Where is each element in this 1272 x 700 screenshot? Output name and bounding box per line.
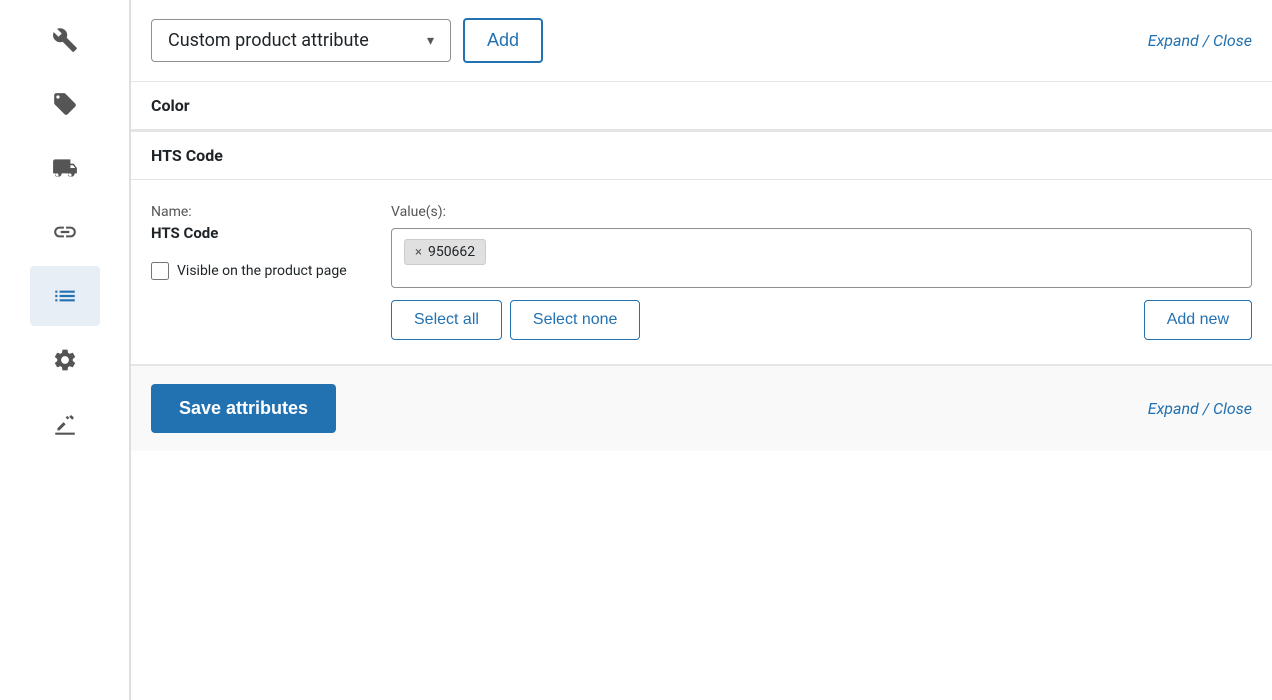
value-tag: × 950662 bbox=[404, 239, 486, 265]
sidebar-item-shipping[interactable] bbox=[30, 138, 100, 198]
link-icon bbox=[52, 219, 78, 245]
values-input-area[interactable]: × 950662 bbox=[391, 228, 1252, 288]
header-row: Custom product attribute ▾ Add Expand / … bbox=[131, 0, 1272, 82]
attribute-selector-dropdown[interactable]: Custom product attribute ▾ bbox=[151, 19, 451, 62]
name-label: Name: bbox=[151, 204, 351, 220]
attribute-selector-label: Custom product attribute bbox=[168, 30, 369, 51]
wrench-icon bbox=[52, 27, 78, 53]
select-all-button[interactable]: Select all bbox=[391, 300, 502, 340]
hts-code-title: HTS Code bbox=[151, 146, 223, 165]
sidebar-item-attributes[interactable] bbox=[30, 266, 100, 326]
values-label: Value(s): bbox=[391, 204, 1252, 220]
list-icon bbox=[52, 283, 78, 309]
main-content: Custom product attribute ▾ Add Expand / … bbox=[130, 0, 1272, 700]
tools-icon bbox=[52, 411, 78, 437]
sidebar-item-tools[interactable] bbox=[30, 394, 100, 454]
attr-left: Name: HTS Code Visible on the product pa… bbox=[151, 204, 351, 280]
footer-row: Save attributes Expand / Close bbox=[131, 365, 1272, 451]
expand-close-link-bottom[interactable]: Expand / Close bbox=[1148, 399, 1252, 418]
sidebar bbox=[0, 0, 130, 700]
gear-icon bbox=[52, 347, 78, 373]
color-section: Color bbox=[131, 82, 1272, 131]
values-actions: Select all Select none Add new bbox=[391, 300, 1252, 340]
visible-checkbox[interactable] bbox=[151, 262, 169, 280]
add-new-button[interactable]: Add new bbox=[1144, 300, 1252, 340]
sidebar-item-settings[interactable] bbox=[30, 10, 100, 70]
chevron-down-icon: ▾ bbox=[427, 33, 434, 49]
value-tag-text: 950662 bbox=[428, 244, 475, 260]
color-section-header: Color bbox=[131, 82, 1272, 130]
sidebar-item-config[interactable] bbox=[30, 330, 100, 390]
sidebar-item-tags[interactable] bbox=[30, 74, 100, 134]
expand-close-link-top[interactable]: Expand / Close bbox=[1148, 31, 1252, 50]
visible-checkbox-row: Visible on the product page bbox=[151, 262, 351, 280]
hts-code-section: HTS Code Name: HTS Code Visible on the p… bbox=[131, 131, 1272, 365]
sidebar-item-link[interactable] bbox=[30, 202, 100, 262]
hts-code-section-header: HTS Code bbox=[131, 132, 1272, 180]
hts-code-body: Name: HTS Code Visible on the product pa… bbox=[131, 180, 1272, 364]
truck-icon bbox=[52, 155, 78, 181]
add-button[interactable]: Add bbox=[463, 18, 543, 63]
attr-right: Value(s): × 950662 Select all Select non… bbox=[391, 204, 1252, 340]
save-attributes-button[interactable]: Save attributes bbox=[151, 384, 336, 433]
remove-tag-icon[interactable]: × bbox=[415, 245, 422, 260]
visible-label: Visible on the product page bbox=[177, 263, 347, 279]
select-none-button[interactable]: Select none bbox=[510, 300, 641, 340]
name-value: HTS Code bbox=[151, 224, 351, 242]
color-title: Color bbox=[151, 96, 190, 115]
tags-icon bbox=[52, 91, 78, 117]
